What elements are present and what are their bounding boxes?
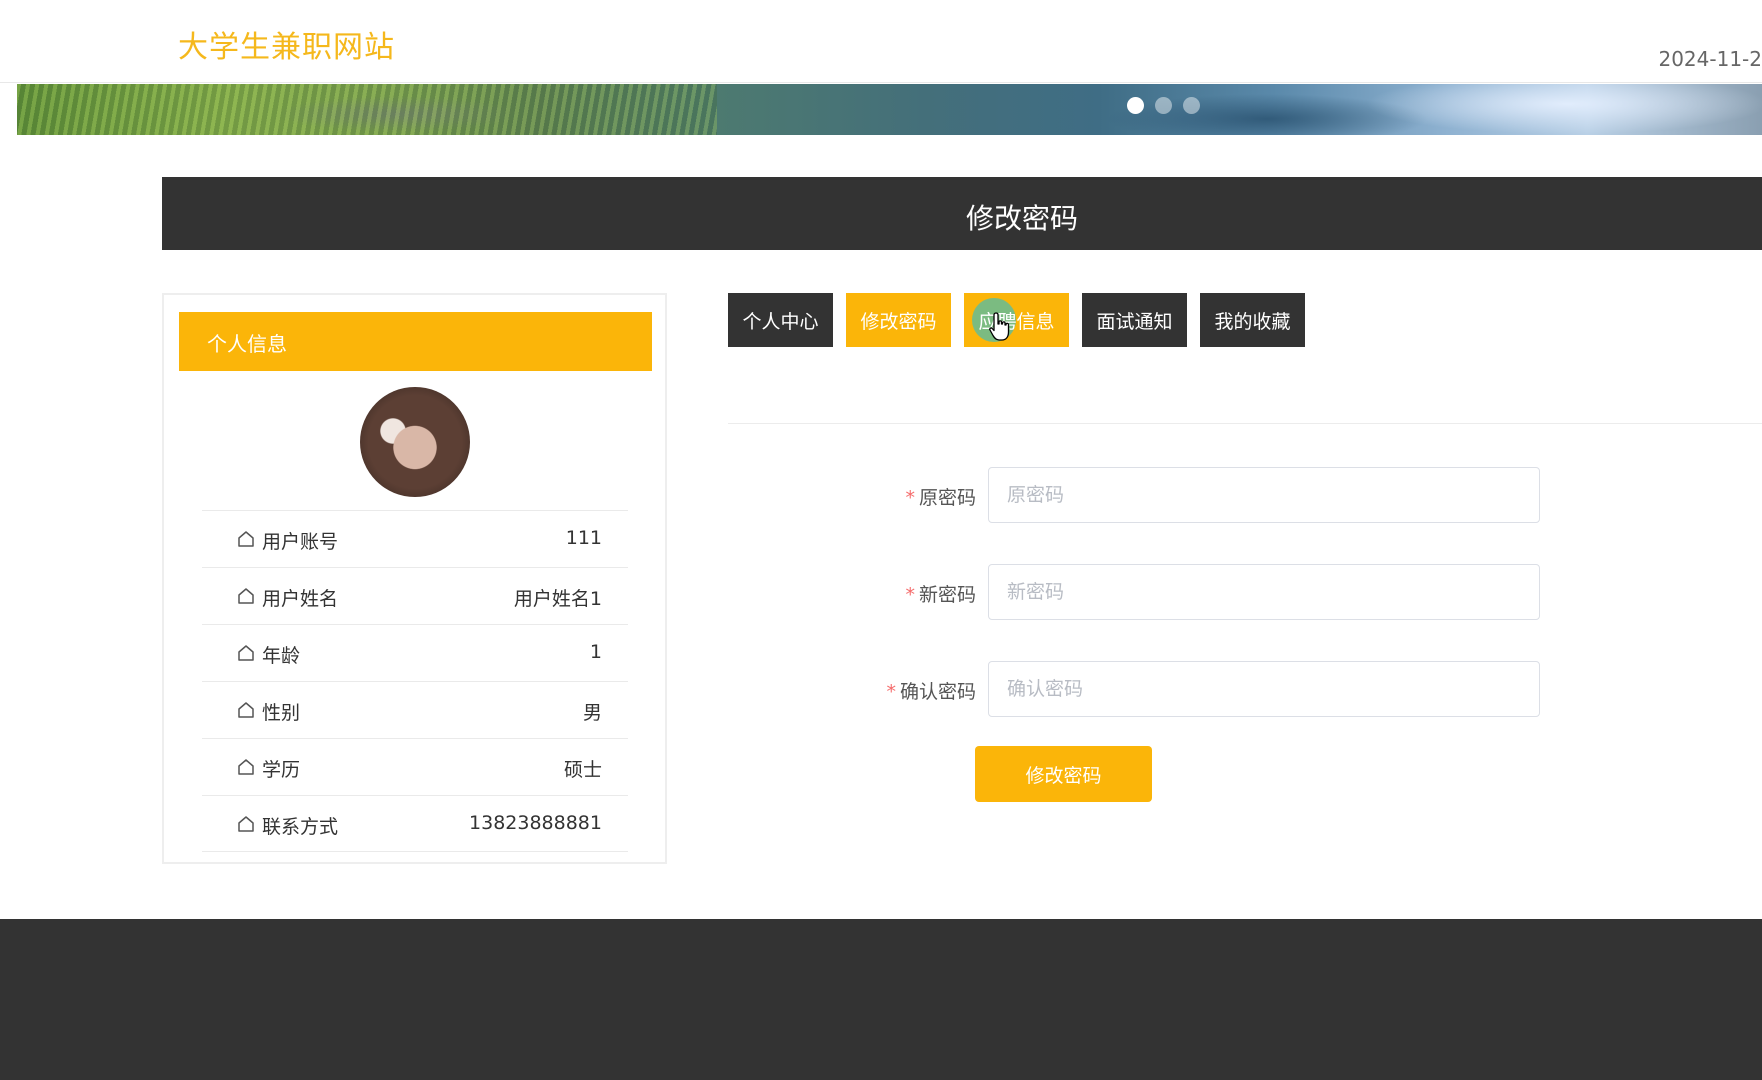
carousel-indicators: [1127, 97, 1200, 114]
new-password-input[interactable]: [988, 564, 1540, 620]
carousel-dot-2[interactable]: [1155, 97, 1172, 114]
required-mark: *: [905, 487, 915, 509]
info-label: 性别: [262, 702, 301, 724]
confirm-password-row: * 确认密码: [728, 661, 1548, 717]
profile-card-header: 个人信息: [179, 312, 652, 371]
confirm-password-input[interactable]: [988, 661, 1540, 717]
page-header: 修改密码: [162, 177, 1762, 250]
tab-change-password[interactable]: 修改密码: [846, 293, 951, 347]
info-value: 13823888881: [469, 812, 602, 834]
info-value: 1: [589, 641, 602, 663]
info-row-education: 学历 硕士: [202, 738, 628, 795]
site-title[interactable]: 大学生兼职网站: [178, 22, 395, 66]
info-row-account: 用户账号 111: [202, 510, 628, 567]
home-icon: [238, 645, 254, 661]
carousel-dot-3[interactable]: [1183, 97, 1200, 114]
tab-personal-center[interactable]: 个人中心: [728, 293, 833, 347]
banner-image: [17, 84, 717, 135]
info-label: 年龄: [262, 645, 301, 667]
old-password-input[interactable]: [988, 467, 1540, 523]
info-row-age: 年龄 1: [202, 624, 628, 681]
date-display: 2024-11-2: [1658, 47, 1762, 71]
tab-application-info[interactable]: 应聘信息: [964, 293, 1069, 347]
profile-card: 个人信息 用户账号 111 用户姓名 用户姓名1 年龄 1 性别 男 学历 硕士: [162, 293, 667, 864]
profile-info-list: 用户账号 111 用户姓名 用户姓名1 年龄 1 性别 男 学历 硕士 联系方式…: [202, 510, 628, 852]
info-value: 111: [565, 527, 602, 549]
confirm-password-label-text: 确认密码: [899, 681, 976, 703]
info-label: 学历: [262, 759, 301, 781]
new-password-row: * 新密码: [728, 564, 1548, 620]
home-icon: [238, 531, 254, 547]
home-icon: [238, 816, 254, 832]
old-password-row: * 原密码: [728, 467, 1548, 523]
footer: [0, 919, 1762, 1080]
new-password-label: * 新密码: [905, 580, 976, 607]
info-value: 硕士: [563, 759, 602, 781]
home-icon: [238, 759, 254, 775]
info-row-contact: 联系方式 13823888881: [202, 795, 628, 852]
profile-card-title: 个人信息: [207, 332, 287, 356]
info-row-gender: 性别 男: [202, 681, 628, 738]
info-label: 用户姓名: [262, 588, 339, 610]
required-mark: *: [905, 584, 915, 606]
avatar: [360, 387, 470, 497]
content-divider: [728, 423, 1762, 424]
user-nav-tabs: 个人中心 修改密码 应聘信息 面试通知 我的收藏: [728, 293, 1305, 347]
hand-cursor-icon: [989, 312, 1010, 341]
home-icon: [238, 588, 254, 604]
banner-carousel[interactable]: [17, 84, 1762, 135]
tab-my-favorites[interactable]: 我的收藏: [1200, 293, 1305, 347]
new-password-label-text: 新密码: [918, 584, 976, 606]
home-icon: [238, 702, 254, 718]
page-title: 修改密码: [965, 202, 1078, 235]
info-row-name: 用户姓名 用户姓名1: [202, 567, 628, 624]
info-label: 联系方式: [262, 816, 339, 838]
tab-interview-notice[interactable]: 面试通知: [1082, 293, 1187, 347]
old-password-label: * 原密码: [905, 483, 976, 510]
carousel-dot-1[interactable]: [1127, 97, 1144, 114]
info-value: 男: [582, 702, 602, 724]
old-password-label-text: 原密码: [918, 487, 976, 509]
info-value: 用户姓名1: [513, 588, 602, 610]
top-bar: 大学生兼职网站 2024-11-2: [0, 0, 1762, 83]
info-label: 用户账号: [262, 531, 339, 553]
required-mark: *: [886, 681, 896, 703]
confirm-password-label: * 确认密码: [886, 677, 976, 704]
change-password-button[interactable]: 修改密码: [975, 746, 1152, 802]
